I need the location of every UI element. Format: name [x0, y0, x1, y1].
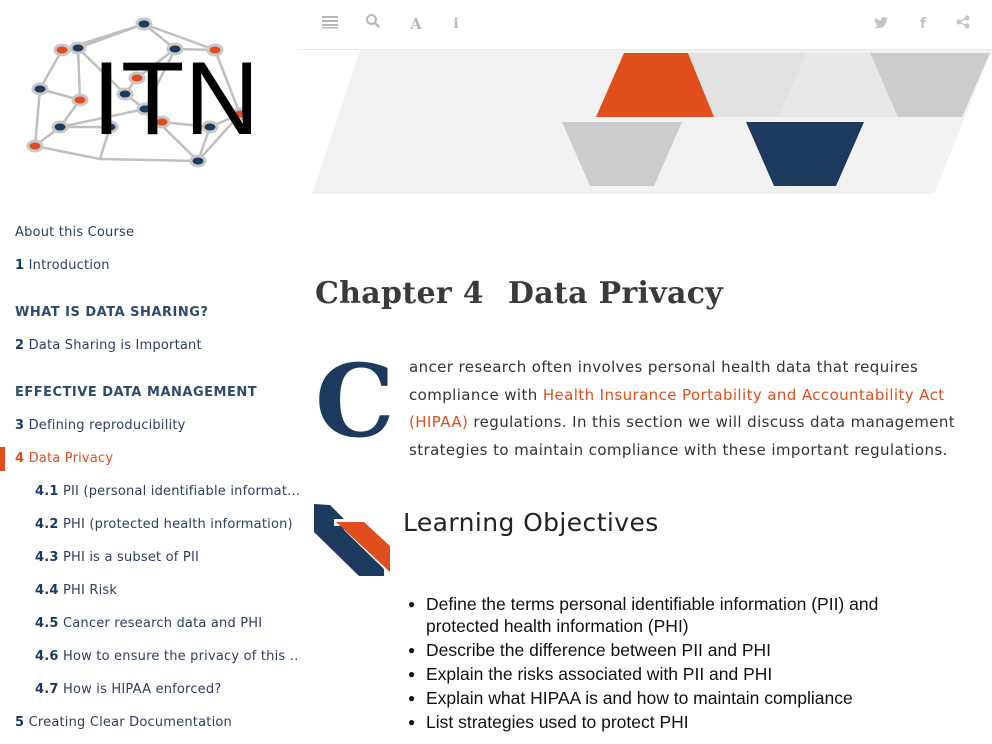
toc-item-number: 4: [15, 451, 25, 466]
toc-item-label: Cancer research data and PHI: [62, 616, 263, 631]
toc-item-label: PHI (protected health information): [62, 517, 293, 532]
toc-item[interactable]: 4 Data Privacy: [0, 447, 300, 471]
twitter-icon[interactable]: [869, 12, 893, 36]
toc-section-header: WHAT IS DATA SHARING?: [0, 301, 300, 325]
toc-item[interactable]: 2 Data Sharing is Important: [0, 334, 300, 358]
menu-icon[interactable]: [318, 12, 342, 36]
toc-item-label: How is HIPAA enforced?: [62, 682, 222, 697]
toc-item-label: About this Course: [15, 225, 135, 240]
toc-item-label: Data Privacy: [28, 451, 114, 466]
toolbar: A i f: [300, 0, 992, 50]
toc-item-number: 4.7: [35, 682, 59, 697]
toc-item-number: 2: [15, 338, 25, 353]
toc-item-number: 4.6: [35, 649, 59, 664]
toc-item-label: PHI is a subset of PII: [62, 550, 200, 565]
page-title: Chapter 4 Data Privacy: [315, 276, 723, 311]
intro-text-after: regulations. In this section we will dis…: [409, 413, 956, 459]
toc-item[interactable]: 4.6 How to ensure the privacy of this i.…: [0, 645, 300, 669]
toc-item-label: How to ensure the privacy of this i...: [62, 649, 300, 664]
toc-item-label: Defining reproducibility: [28, 418, 186, 433]
drop-cap: C: [315, 342, 395, 460]
toc-item-label: PHI Risk: [62, 583, 118, 598]
sidebar: ITN About this Course 1 Introduction WHAT …: [0, 0, 300, 744]
logo-text: ITN: [92, 41, 260, 157]
chapter-banner: [312, 50, 992, 194]
toc-item-number: 4.2: [35, 517, 59, 532]
objective-item: Describe the difference between PII and …: [408, 640, 908, 662]
toc-item[interactable]: 4.1 PII (personal identifiable informat.…: [0, 480, 300, 504]
share-icon[interactable]: [951, 12, 975, 36]
toc-item-label: Introduction: [28, 258, 110, 273]
itn-logo[interactable]: ITN: [20, 14, 280, 174]
toc-item[interactable]: 4.5 Cancer research data and PHI: [0, 612, 300, 636]
learning-objectives-title: Learning Objectives: [403, 508, 659, 537]
learning-objectives-list: Define the terms personal identifiable i…: [408, 594, 908, 736]
toc-item-number: 4.5: [35, 616, 59, 631]
info-icon[interactable]: i: [444, 12, 468, 36]
objective-item: List strategies used to protect PHI: [408, 712, 908, 734]
toc-item-label: PII (personal identifiable informat...: [62, 484, 300, 499]
toc-item[interactable]: 4.7 How is HIPAA enforced?: [0, 678, 300, 702]
objective-item: Define the terms personal identifiable i…: [408, 594, 908, 637]
toc-item-number: 4.3: [35, 550, 59, 565]
toc-item-number: 3: [15, 418, 25, 433]
intro-paragraph: Cancer research often involves personal …: [315, 342, 980, 464]
learning-objectives-icon: [314, 504, 390, 576]
toc-section-header: EFFECTIVE DATA MANAGEMENT: [0, 381, 300, 405]
toc-item[interactable]: 1 Introduction: [0, 254, 300, 278]
facebook-icon[interactable]: f: [911, 12, 935, 36]
toc-item[interactable]: About this Course: [0, 221, 300, 245]
objective-item: Explain the risks associated with PII an…: [408, 664, 908, 686]
toc-item-label: EFFECTIVE DATA MANAGEMENT: [15, 385, 258, 400]
font-icon[interactable]: A: [404, 12, 428, 36]
toc-item-number: 4.4: [35, 583, 59, 598]
toc-item-label: Data Sharing is Important: [28, 338, 202, 353]
toc-item-number: 5: [15, 715, 25, 730]
toc-item-number: 1: [15, 258, 25, 273]
toc-item[interactable]: 3 Defining reproducibility: [0, 414, 300, 438]
toc-item-label: Creating Clear Documentation: [28, 715, 232, 730]
chapter-label: Chapter 4: [315, 276, 484, 311]
objective-item: Explain what HIPAA is and how to maintai…: [408, 688, 908, 710]
toc-item[interactable]: 5 Creating Clear Documentation: [0, 711, 300, 735]
toc-item-number: 4.1: [35, 484, 59, 499]
toc-item[interactable]: 4.2 PHI (protected health information): [0, 513, 300, 537]
chapter-title: Data Privacy: [507, 276, 723, 311]
toc-item[interactable]: 4.4 PHI Risk: [0, 579, 300, 603]
search-icon[interactable]: [361, 12, 385, 36]
toc-item-label: WHAT IS DATA SHARING?: [15, 305, 209, 320]
toc-item[interactable]: 4.3 PHI is a subset of PII: [0, 546, 300, 570]
